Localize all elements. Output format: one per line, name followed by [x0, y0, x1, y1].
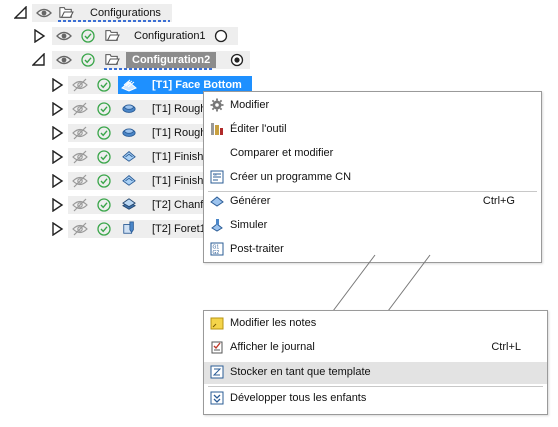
check-icon [81, 29, 95, 43]
menu-item-label: Simuler [230, 219, 268, 231]
menu-item-label: Stocker en tant que template [230, 366, 371, 378]
adaptive-clearing-icon [122, 128, 136, 137]
expand-triangle-icon[interactable] [50, 198, 64, 212]
config1-label[interactable]: Configuration1 [134, 28, 206, 44]
menu-item-label: Développer tous les enfants [230, 392, 367, 404]
drill-operation-icon [123, 221, 134, 234]
check-icon [97, 78, 111, 92]
context-menu-bottom: Modifier les notes Afficher le journal C… [203, 310, 548, 415]
expand-children-icon [210, 391, 224, 405]
menu-item-label: Créer un programme CN [230, 171, 352, 183]
eye-hidden-icon[interactable] [72, 174, 88, 188]
expand-triangle-icon[interactable] [32, 29, 46, 43]
menu-item-show-log[interactable]: Afficher le journal Ctrl+L [204, 337, 547, 359]
menu-item-edit-notes[interactable]: Modifier les notes [204, 313, 547, 335]
operation-label[interactable]: [T1] Rough [152, 125, 206, 141]
eye-hidden-icon[interactable] [72, 78, 88, 92]
eye-hidden-icon[interactable] [72, 102, 88, 116]
menu-item-label: Comparer et modifier [230, 147, 334, 159]
log-icon [211, 341, 223, 354]
menu-item-label: Post-traiter [230, 243, 284, 255]
adaptive-clearing-icon [122, 104, 136, 113]
eye-icon[interactable] [56, 53, 72, 67]
eye-icon[interactable] [56, 29, 72, 43]
menu-item-shortcut: Ctrl+G [482, 195, 515, 207]
root-underline [58, 20, 170, 22]
check-icon [81, 53, 95, 67]
context-menu-top: Modifier Éditer l'outil Comparer et modi… [203, 91, 542, 263]
menu-separator [208, 386, 543, 387]
operation-label[interactable]: [T2] Chanfr [152, 197, 207, 213]
menu-item-store-as-template[interactable]: Stocker en tant que template [204, 362, 547, 384]
menu-item-label: Modifier les notes [230, 317, 317, 329]
folder-setup-icon [59, 7, 74, 18]
chamfer-operation-icon [122, 198, 136, 210]
template-icon [210, 365, 224, 379]
svg-text:G: G [214, 172, 217, 177]
operation-label[interactable]: [T1] Finish [152, 149, 203, 165]
gear-icon [210, 98, 224, 112]
check-icon [97, 126, 111, 140]
expand-triangle-icon[interactable] [50, 102, 64, 116]
eye-hidden-icon[interactable] [72, 126, 88, 140]
menu-item-edit-tool[interactable]: Éditer l'outil [204, 119, 541, 141]
collapse-triangle-icon[interactable] [14, 6, 28, 20]
expand-triangle-icon[interactable] [50, 174, 64, 188]
check-icon [97, 222, 111, 236]
folder-setup-icon [105, 54, 120, 65]
menu-item-create-nc-program[interactable]: G Créer un programme CN [204, 167, 541, 189]
menu-item-generate[interactable]: Générer Ctrl+G [204, 191, 541, 213]
menu-item-label: Éditer l'outil [230, 123, 287, 135]
root-label[interactable]: Configurations [90, 5, 161, 21]
check-icon [97, 198, 111, 212]
expand-triangle-icon[interactable] [50, 150, 64, 164]
eye-hidden-icon[interactable] [72, 198, 88, 212]
finish-operation-icon [122, 175, 136, 186]
eye-hidden-icon[interactable] [72, 222, 88, 236]
eye-icon[interactable] [36, 6, 52, 20]
face-operation-icon [121, 79, 137, 92]
operation-label[interactable]: [T1] Rough [152, 101, 206, 117]
svg-text:G2: G2 [213, 250, 220, 256]
menu-item-label: Afficher le journal [230, 341, 315, 353]
expand-triangle-icon[interactable] [50, 222, 64, 236]
check-icon [97, 102, 111, 116]
nc-program-icon: G [210, 170, 224, 184]
menu-item-modifier[interactable]: Modifier [204, 95, 541, 117]
menu-item-shortcut: Ctrl+L [491, 341, 521, 353]
collapse-triangle-icon[interactable] [32, 53, 46, 67]
eye-hidden-icon[interactable] [72, 150, 88, 164]
simulate-icon [211, 219, 223, 232]
radio-selected-icon[interactable] [229, 53, 245, 67]
config2-underline [104, 68, 212, 70]
check-icon [97, 174, 111, 188]
expand-triangle-icon[interactable] [50, 78, 64, 92]
menu-item-compare-modify[interactable]: Comparer et modifier [204, 143, 541, 165]
config2-label[interactable]: Configuration2 [126, 52, 217, 68]
radio-unselected-icon[interactable] [213, 29, 229, 43]
operation-label[interactable]: [T2] Foret1 [152, 221, 206, 237]
finish-operation-icon [122, 151, 136, 162]
tool-icon [211, 123, 223, 135]
folder-setup-icon [105, 30, 120, 41]
post-process-icon: G1G2 [210, 242, 224, 256]
menu-item-simulate[interactable]: Simuler [204, 215, 541, 237]
operation-label[interactable]: [T1] Finish [152, 173, 203, 189]
generate-icon [210, 196, 224, 207]
menu-item-label: Générer [230, 195, 271, 207]
expand-triangle-icon[interactable] [50, 126, 64, 140]
check-icon [97, 150, 111, 164]
notes-icon [210, 317, 224, 330]
menu-item-expand-all-children[interactable]: Développer tous les enfants [204, 388, 547, 410]
menu-item-label: Modifier [230, 99, 270, 111]
